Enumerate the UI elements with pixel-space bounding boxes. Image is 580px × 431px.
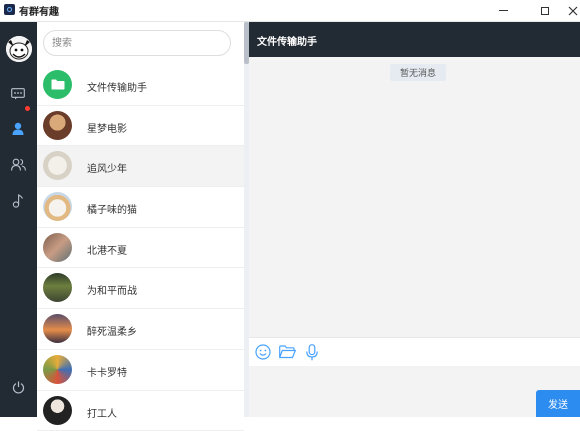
close-icon xyxy=(568,6,578,16)
contact-name: 卡卡罗特 xyxy=(87,364,127,379)
contact-list: 文件传输助手 星梦电影 追风少年 橘子味的猫 北港不夏 为和平而战 醉死温柔乡 xyxy=(37,65,244,431)
minimize-button[interactable] xyxy=(486,0,520,21)
contact-list-panel: 文件传输助手 星梦电影 追风少年 橘子味的猫 北港不夏 为和平而战 醉死温柔乡 xyxy=(37,22,244,417)
list-item[interactable]: 卡卡罗特 xyxy=(37,350,244,391)
avatar xyxy=(43,273,72,302)
groups-nav-button[interactable] xyxy=(9,155,27,173)
file-transfer-avatar xyxy=(43,70,72,99)
contact-name: 醉死温柔乡 xyxy=(87,323,137,338)
message-input[interactable] xyxy=(249,366,580,417)
emoji-button[interactable] xyxy=(254,343,272,361)
app-title: 有群有趣 xyxy=(19,3,59,18)
search-input[interactable] xyxy=(43,30,231,56)
smile-icon xyxy=(255,344,271,360)
file-button[interactable] xyxy=(278,343,296,361)
avatar xyxy=(43,151,72,180)
avatar xyxy=(43,396,72,425)
music-nav-button[interactable] xyxy=(9,192,27,210)
contact-name: 北港不夏 xyxy=(87,242,127,257)
list-item[interactable]: 星梦电影 xyxy=(37,106,244,147)
group-icon xyxy=(11,158,26,171)
contact-name: 橘子味的猫 xyxy=(87,201,137,216)
nav-rail xyxy=(0,22,37,417)
contacts-nav-button[interactable] xyxy=(9,119,27,137)
chat-header: 文件传输助手 xyxy=(249,22,580,57)
title-bar: 有群有趣 xyxy=(0,0,580,22)
app-logo-icon xyxy=(4,4,15,15)
avatar xyxy=(43,355,72,384)
maximize-icon xyxy=(541,7,549,15)
contact-name: 追风少年 xyxy=(87,160,127,175)
folder-icon xyxy=(279,345,296,359)
contact-name: 打工人 xyxy=(87,405,117,420)
contact-name: 星梦电影 xyxy=(87,120,127,135)
avatar xyxy=(43,233,72,262)
music-note-icon xyxy=(12,194,24,208)
message-area: 暂无消息 xyxy=(249,57,580,337)
empty-message-notice: 暂无消息 xyxy=(390,64,446,81)
avatar-icon xyxy=(6,36,32,62)
list-item[interactable]: 橘子味的猫 xyxy=(37,187,244,228)
logout-button[interactable] xyxy=(9,378,27,396)
contact-name: 为和平而战 xyxy=(87,282,137,297)
send-button[interactable]: 发送 xyxy=(536,390,580,417)
avatar xyxy=(43,111,72,140)
avatar xyxy=(43,192,72,221)
avatar[interactable] xyxy=(6,36,32,62)
power-icon xyxy=(12,381,25,394)
chat-nav-button[interactable] xyxy=(9,85,27,103)
list-item[interactable]: 为和平而战 xyxy=(37,268,244,309)
avatar xyxy=(43,314,72,343)
contact-icon xyxy=(12,122,24,135)
chat-title: 文件传输助手 xyxy=(257,33,317,48)
contact-name: 文件传输助手 xyxy=(87,79,147,94)
list-item[interactable]: 追风少年 xyxy=(37,146,244,187)
voice-button[interactable] xyxy=(303,343,321,361)
unread-badge xyxy=(25,106,30,111)
list-item[interactable]: 醉死温柔乡 xyxy=(37,309,244,350)
list-item[interactable]: 文件传输助手 xyxy=(37,65,244,106)
close-button[interactable] xyxy=(556,0,580,21)
list-item[interactable]: 北港不夏 xyxy=(37,228,244,269)
minimize-icon xyxy=(499,10,508,11)
chat-toolbar xyxy=(249,337,580,367)
chat-icon xyxy=(11,88,25,100)
list-item[interactable]: 打工人 xyxy=(37,391,244,431)
microphone-icon xyxy=(306,344,318,361)
folder-icon xyxy=(51,79,65,90)
